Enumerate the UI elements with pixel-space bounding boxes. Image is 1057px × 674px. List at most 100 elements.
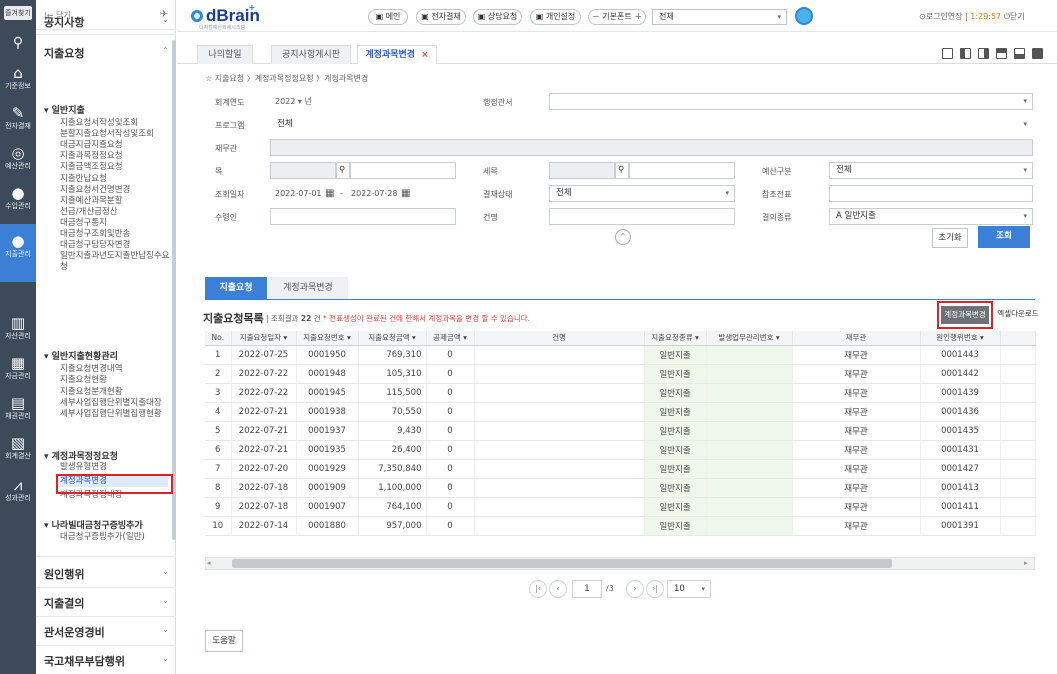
- favorites-button[interactable]: 즐겨찾기: [4, 6, 32, 20]
- sidebar-section-notice[interactable]: 공지사항 ⌄: [44, 14, 169, 30]
- chatbot-icon[interactable]: [795, 7, 813, 25]
- sidebar-item-expense-8[interactable]: 선급/개산급정산: [60, 207, 118, 218]
- page-input[interactable]: 1: [572, 580, 602, 598]
- scroll-left-icon[interactable]: ◂: [207, 559, 211, 567]
- column-header[interactable]: 지출요청금액 ▾: [358, 331, 427, 346]
- tab-notice-board[interactable]: 공지사항게시판: [271, 45, 351, 64]
- item-search-icon[interactable]: ⚲: [336, 162, 350, 179]
- sidebar-item-status-4[interactable]: 세부사업집행단위별집행현황: [60, 409, 162, 420]
- collapse-icon[interactable]: ⌃: [615, 229, 631, 245]
- sidebar-item-status-0[interactable]: 지출요청변경내역: [60, 364, 123, 375]
- fiscal-year-select[interactable]: 2022 ▾ 년: [275, 96, 312, 107]
- sidebar-section-expense[interactable]: 지출요청 ⌃: [44, 45, 169, 61]
- sidebar-item-expense-6[interactable]: 지출요청서건명변경: [60, 185, 130, 196]
- table-row[interactable]: 9 2022-07-18 0001907 764,100 0 일반지출 재무관 0001411: [205, 497, 1036, 517]
- page-size-select[interactable]: 10 ▾: [667, 580, 711, 598]
- sidebar-item-expense-11[interactable]: 대금청구담당자변경: [60, 240, 130, 251]
- rail-item-income[interactable]: ● 수입관리: [0, 184, 36, 224]
- budget-type-select[interactable]: 전체 ▾: [829, 162, 1033, 179]
- column-header[interactable]: 지출요청종류 ▾: [644, 331, 707, 346]
- first-page-icon[interactable]: |‹: [529, 580, 547, 598]
- layout-left-icon[interactable]: [960, 48, 971, 59]
- group-narabill[interactable]: ▾ 나라빌대금청구증빙추가: [44, 518, 143, 531]
- rail-item-bond[interactable]: ▤ 채권관리: [0, 394, 36, 434]
- table-row[interactable]: 6 2022-07-21 0001935 26,400 0 일반지출 재무관 0001431: [205, 440, 1036, 460]
- tab-account-change[interactable]: 계정과목변경 ×: [357, 45, 437, 64]
- excel-download-button[interactable]: 엑셀다운로드: [995, 306, 1041, 324]
- column-header[interactable]: 지출요청번호 ▾: [296, 331, 359, 346]
- rail-item-asset[interactable]: ▥ 자산관리: [0, 314, 36, 354]
- view-select[interactable]: 전체 ▾: [652, 9, 787, 25]
- sidebar-item-expense-7[interactable]: 지출예산과목분할: [60, 196, 123, 207]
- sidebar-section-2[interactable]: 관서운영경비 ⌄: [44, 624, 169, 640]
- next-page-icon[interactable]: ›: [626, 580, 644, 598]
- group-general-expense[interactable]: ▾ 일반지출: [44, 103, 85, 116]
- sub-item-search-icon[interactable]: ⚲: [615, 162, 629, 179]
- sidebar-item-expense-4[interactable]: 지출금액조정요청: [60, 162, 123, 173]
- rail-item-fund[interactable]: ▦ 자금관리: [0, 354, 36, 394]
- sidebar-item-expense-2[interactable]: 대금지급지출요청: [60, 140, 123, 151]
- table-row[interactable]: 10 2022-07-14 0001880 957,000 0 일반지출 재무관 000139…: [205, 516, 1036, 536]
- column-header[interactable]: No.: [205, 331, 232, 346]
- table-row[interactable]: 5 2022-07-21 0001937 9,430 0 일반지출 재무관 0001435: [205, 421, 1036, 441]
- program-select[interactable]: 전체 ▾: [270, 116, 1033, 133]
- window-icon[interactable]: [942, 48, 953, 59]
- sidebar-item-status-3[interactable]: 세부사업집행단위별지출대장: [60, 398, 162, 409]
- last-page-icon[interactable]: ›|: [646, 580, 664, 598]
- sidebar-item-correction-0[interactable]: 발생유형변경: [60, 462, 107, 473]
- horizontal-scroll-thumb[interactable]: [232, 559, 892, 568]
- layout-right-icon[interactable]: [978, 48, 989, 59]
- sidebar-item-expense-12[interactable]: 일반지출과년도지출반납징수요: [60, 251, 169, 262]
- sidebar-item-expense-10[interactable]: 대금청구조회및반송: [60, 229, 130, 240]
- layout-bottom-icon[interactable]: [1014, 48, 1025, 59]
- sidebar-item-expense-3[interactable]: 지출과목정정요청: [60, 151, 123, 162]
- subtab-expense-request[interactable]: 지출요청: [205, 277, 267, 299]
- approval-status-select[interactable]: 전체 ▾: [549, 185, 735, 202]
- sidebar-section-0[interactable]: 원인행위 ⌄: [44, 566, 169, 582]
- group-account-correction[interactable]: ▾ 계정과목정정요청: [44, 449, 118, 462]
- main-button[interactable]: ▣ 메인: [368, 9, 408, 25]
- ministry-select[interactable]: ▾: [549, 93, 1033, 110]
- column-header[interactable]: 재무관: [792, 331, 921, 346]
- sidebar-item-expense-0[interactable]: 지출요청서작성및조회: [60, 118, 138, 129]
- column-header[interactable]: 건명: [474, 331, 645, 346]
- date-to-field[interactable]: 2022-07-28: [351, 189, 398, 198]
- sidebar-item-expense-1[interactable]: 분할지출요청서작성및조회: [60, 129, 154, 140]
- title-field[interactable]: [549, 208, 735, 225]
- close-all-icon[interactable]: [1032, 48, 1043, 59]
- date-from-field[interactable]: 2022-07-01: [275, 189, 322, 198]
- tab-my-tasks[interactable]: 나의할일: [197, 45, 253, 64]
- table-row[interactable]: 4 2022-07-21 0001938 70,550 0 일반지출 재무관 0001436: [205, 402, 1036, 422]
- scroll-right-icon[interactable]: ▸: [1024, 559, 1028, 567]
- calendar-icon[interactable]: ▦: [325, 188, 334, 199]
- login-extend-button[interactable]: ⊙로그인연장: [919, 12, 963, 21]
- close-icon[interactable]: ×: [421, 50, 429, 60]
- sidebar-section-1[interactable]: 지출결의 ⌄: [44, 595, 169, 611]
- rail-item-basic[interactable]: ⌂ 기준정보: [0, 64, 36, 104]
- rail-item-approval[interactable]: ✎ 전자결재: [0, 104, 36, 144]
- approval-button[interactable]: ▣ 전자결재: [416, 9, 466, 25]
- font-size-control[interactable]: － 기본폰트 ＋: [588, 9, 646, 25]
- group-expense-status[interactable]: ▾ 일반지출현황관리: [44, 349, 118, 362]
- rail-item-expense[interactable]: ● 지출관리: [0, 224, 36, 282]
- layout-top-icon[interactable]: [996, 48, 1007, 59]
- sub-item-name-field[interactable]: [629, 162, 735, 179]
- rail-item-budget[interactable]: ◎ 예산관리: [0, 144, 36, 184]
- table-row[interactable]: 1 2022-07-25 0001950 769,310 0 일반지출 재무관 0001443: [205, 345, 1036, 365]
- prev-page-icon[interactable]: ‹: [549, 580, 567, 598]
- calendar-icon[interactable]: ▦: [401, 188, 410, 199]
- item-name-field[interactable]: [350, 162, 456, 179]
- personal-settings-button[interactable]: ▣ 개인설정: [530, 9, 581, 25]
- reset-button[interactable]: 초기화: [932, 228, 968, 248]
- sidebar-item-status-1[interactable]: 지출요청현황: [60, 375, 107, 386]
- help-button[interactable]: 도움말: [205, 630, 243, 652]
- consult-button[interactable]: ▣ 상담요청: [473, 9, 522, 25]
- rail-item-settlement[interactable]: ▧ 회계결산: [0, 434, 36, 474]
- sidebar-item-expense-13[interactable]: 청: [60, 262, 68, 273]
- column-header[interactable]: 발생업무관리번호 ▾: [706, 331, 793, 346]
- table-row[interactable]: 3 2022-07-22 0001945 115,500 0 일반지출 재무관 0001439: [205, 383, 1036, 403]
- logout-button[interactable]: ⏻닫기: [1004, 12, 1025, 21]
- rail-item-performance[interactable]: ⩘ 성과관리: [0, 476, 36, 516]
- reference-voucher-field[interactable]: [829, 185, 1033, 202]
- sidebar-item-expense-5[interactable]: 지출반납요청: [60, 174, 107, 185]
